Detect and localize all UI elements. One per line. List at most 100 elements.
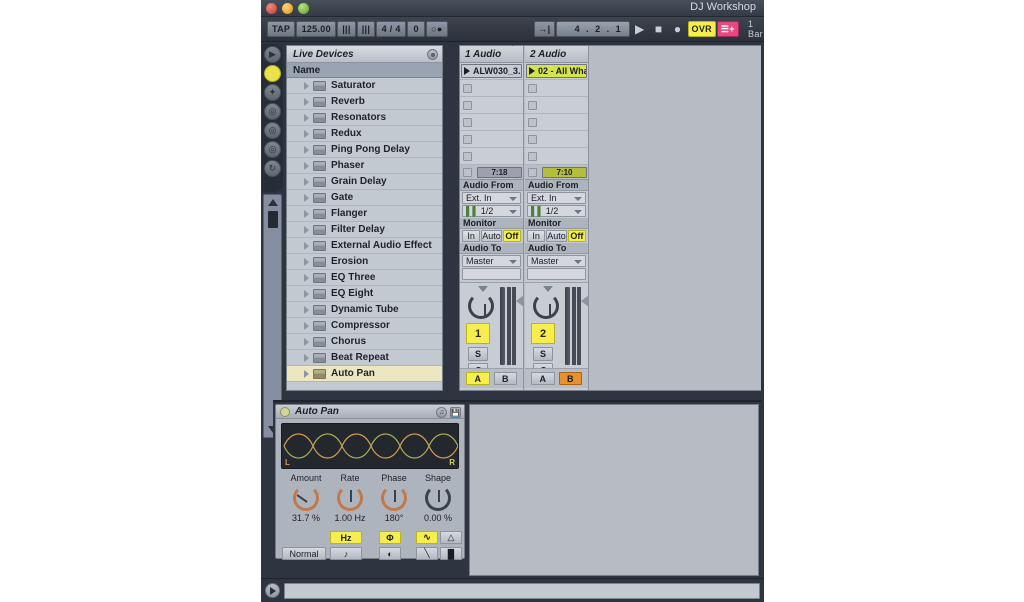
window-minimize-button[interactable]	[282, 3, 293, 14]
disclosure-triangle-icon[interactable]	[304, 193, 309, 202]
note-icon[interactable]: ♪	[330, 547, 362, 560]
clip-stop-button[interactable]	[463, 100, 472, 110]
quantization-field[interactable]: 0	[407, 21, 426, 37]
track-stop-row[interactable]: 7:18	[460, 165, 523, 180]
solo-button[interactable]: S	[533, 347, 553, 361]
disclosure-triangle-icon[interactable]	[304, 225, 309, 234]
sine-wave-icon[interactable]: ∿	[416, 531, 438, 544]
input-channel-select[interactable]: ▌▌ 1/2	[462, 205, 521, 217]
browser-item[interactable]: Beat Repeat	[287, 350, 442, 366]
browser-item[interactable]: EQ Eight	[287, 286, 442, 302]
browser-refresh-icon[interactable]: ↻	[264, 160, 281, 177]
browser-item[interactable]: Gate	[287, 190, 442, 206]
track-stop-button[interactable]	[528, 167, 537, 177]
disclosure-triangle-icon[interactable]	[304, 241, 309, 250]
track-stop-button[interactable]	[463, 167, 472, 177]
phase-button[interactable]: Φ	[379, 531, 401, 544]
track-1[interactable]: 1 Audio ALW030_3.F 7:18 Audio From Ext. In ▌▌…	[460, 46, 524, 390]
clip-stop-button[interactable]	[528, 134, 537, 144]
browser-item[interactable]: EQ Three	[287, 270, 442, 286]
clip-stop-button[interactable]	[528, 151, 537, 161]
track-name[interactable]: 2 Audio	[525, 46, 588, 63]
track-activator-button[interactable]: 1	[466, 323, 490, 344]
gear-icon[interactable]	[427, 49, 438, 60]
browser-item[interactable]: Resonators	[287, 110, 442, 126]
tempo-field[interactable]: 125.00	[296, 21, 337, 37]
browser-item[interactable]: Flanger	[287, 206, 442, 222]
disclosure-triangle-icon[interactable]	[304, 177, 309, 186]
clip-slot[interactable]: 02 - All Wha	[525, 63, 588, 80]
clip-slot-empty[interactable]	[525, 131, 588, 148]
disclosure-triangle-icon[interactable]	[304, 321, 309, 330]
browser-folder-icon[interactable]	[264, 65, 281, 82]
disclosure-triangle-icon[interactable]	[304, 305, 309, 314]
clip-stop-button[interactable]	[528, 83, 537, 93]
clip-slot-empty[interactable]	[460, 131, 523, 148]
browser-item[interactable]: Filter Delay	[287, 222, 442, 238]
disclosure-triangle-icon[interactable]	[304, 257, 309, 266]
clip-stop-button[interactable]	[463, 134, 472, 144]
clip-slot-empty[interactable]	[525, 114, 588, 131]
browser-item[interactable]: Compressor	[287, 318, 442, 334]
track-activator-button[interactable]: 2	[531, 323, 555, 344]
volume-fader-handle[interactable]	[516, 295, 524, 307]
overdub-button[interactable]: OVR	[687, 21, 716, 37]
time-signature-field[interactable]: 4 / 4	[376, 21, 407, 37]
solo-button[interactable]: S	[468, 347, 488, 361]
volume-meter[interactable]	[565, 287, 589, 365]
volume-fader-track[interactable]	[500, 287, 505, 365]
device-power-icon[interactable]	[280, 406, 290, 417]
disclosure-triangle-icon[interactable]	[304, 289, 309, 298]
saw-wave-icon[interactable]: ╲	[416, 547, 438, 560]
clip[interactable]: 02 - All Wha	[526, 64, 587, 78]
chevron-down-icon[interactable]	[509, 197, 517, 201]
browser-places-3-icon[interactable]: ◎	[264, 141, 281, 158]
normal-invert-button[interactable]: Normal	[282, 547, 326, 560]
disclosure-triangle-icon[interactable]	[304, 97, 309, 106]
disclosure-triangle-icon[interactable]	[304, 161, 309, 170]
record-icon[interactable]: ●	[669, 21, 687, 37]
metronome-icon[interactable]: |||	[337, 21, 356, 37]
scroll-up-arrow-icon[interactable]	[268, 199, 278, 206]
pan-knob[interactable]	[468, 293, 494, 319]
browser-device-list[interactable]: Saturator Reverb Resonators Redux Ping Pong …	[287, 78, 442, 389]
browser-item[interactable]: Erosion	[287, 254, 442, 270]
quantize-value[interactable]: 1 Bar	[744, 19, 772, 39]
rate-hz-button[interactable]: Hz	[330, 531, 362, 544]
hot-swap-icon[interactable]: ♫	[436, 407, 447, 418]
disclosure-triangle-icon[interactable]	[304, 129, 309, 138]
clip[interactable]: ALW030_3.F	[461, 64, 522, 78]
chevron-down-icon[interactable]	[509, 210, 517, 214]
send-slot[interactable]	[462, 268, 521, 280]
volume-fader-track[interactable]	[565, 287, 570, 365]
arrangement-position[interactable]: 4 . 2 . 1	[555, 21, 630, 37]
track-2[interactable]: 2 Audio 02 - All Wha 7:10 Audio From Ext. In…	[525, 46, 589, 390]
volume-meter[interactable]	[500, 287, 524, 365]
browser-places-1-icon[interactable]: ◎	[264, 103, 281, 120]
track-stop-row[interactable]: 7:10	[525, 165, 588, 180]
status-play-icon[interactable]	[265, 583, 280, 598]
clip-slot-empty[interactable]	[460, 114, 523, 131]
browser-places-2-icon[interactable]: ◎	[264, 122, 281, 139]
monitor-off-button[interactable]: Off	[567, 230, 587, 242]
clip-stop-button[interactable]	[528, 117, 537, 127]
volume-fader-handle[interactable]	[581, 295, 589, 307]
browser-item[interactable]: Chorus	[287, 334, 442, 350]
chevron-down-icon[interactable]	[574, 197, 582, 201]
browser-item[interactable]: Ping Pong Delay	[287, 142, 442, 158]
tap-tempo-button[interactable]: TAP	[267, 21, 296, 37]
phase-knob[interactable]	[381, 485, 407, 511]
chevron-down-icon[interactable]	[574, 210, 582, 214]
session-empty-area[interactable]	[590, 46, 761, 390]
browser-item[interactable]: Grain Delay	[287, 174, 442, 190]
nudge-icon[interactable]: |||	[356, 21, 376, 37]
disclosure-triangle-icon[interactable]	[304, 353, 309, 362]
chevron-down-icon[interactable]	[574, 260, 582, 264]
crossfade-a-button[interactable]: A	[531, 372, 555, 385]
random-wave-icon[interactable]: █	[440, 547, 462, 560]
audio-from-select[interactable]: Ext. In	[462, 192, 521, 204]
scrollbar-thumb[interactable]	[268, 211, 278, 228]
punch-in-icon[interactable]: →|	[534, 21, 555, 37]
browser-item[interactable]: Redux	[287, 126, 442, 142]
clip-slot-empty[interactable]	[460, 148, 523, 165]
